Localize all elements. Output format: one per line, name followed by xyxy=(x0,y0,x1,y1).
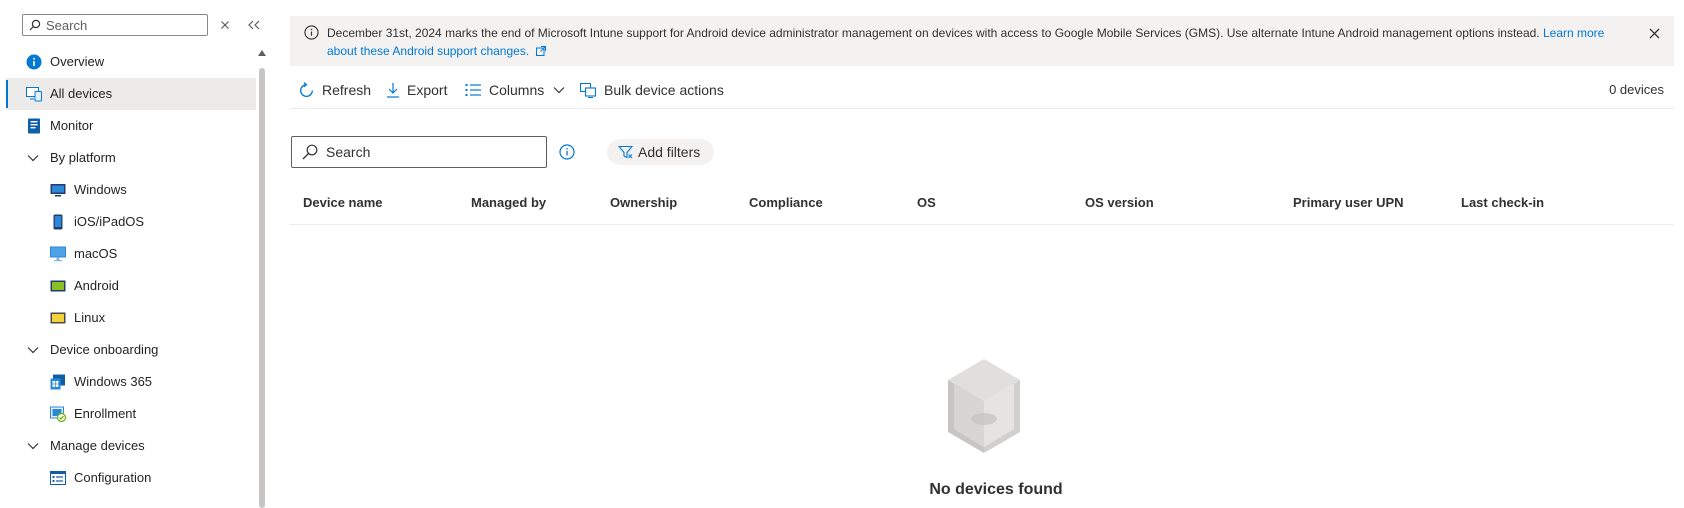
all-devices-icon xyxy=(26,86,42,102)
add-filters-button[interactable]: Add filters xyxy=(607,139,715,165)
clear-search-icon[interactable] xyxy=(218,16,232,34)
sidebar-item-all-devices[interactable]: All devices xyxy=(6,78,256,110)
sidebar-group-label: By platform xyxy=(50,150,116,165)
scroll-up-arrow-icon[interactable] xyxy=(258,50,266,56)
windows-device-icon xyxy=(50,182,66,198)
command-bar: Refresh Export Columns Bulk device actio… xyxy=(290,72,1674,109)
enrollment-icon xyxy=(50,406,66,422)
chevron-down-icon[interactable] xyxy=(26,150,40,166)
sidebar-item-monitor[interactable]: Monitor xyxy=(6,110,256,142)
add-filters-label: Add filters xyxy=(638,144,701,160)
sidebar-group-label: Manage devices xyxy=(50,438,145,453)
sidebar-item-android[interactable]: Android xyxy=(6,270,256,302)
sidebar-item-label: Enrollment xyxy=(74,406,137,421)
sidebar-item-label: Windows xyxy=(74,182,127,197)
external-link-icon xyxy=(535,45,546,56)
export-label: Export xyxy=(407,82,448,98)
sidebar-item-label: Monitor xyxy=(50,118,94,133)
sidebar-item-label: iOS/iPadOS xyxy=(74,214,145,229)
bulk-device-actions-label: Bulk device actions xyxy=(604,82,724,98)
column-header-os-version[interactable]: OS version xyxy=(1085,195,1154,210)
download-icon xyxy=(387,83,399,98)
search-icon xyxy=(302,144,318,160)
sidebar: Overview All devices Monitor By platform xyxy=(0,0,268,508)
collapse-sidebar-icon[interactable] xyxy=(246,16,262,34)
sidebar-search-box[interactable] xyxy=(22,14,208,36)
banner-text: December 31st, 2024 marks the end of Mic… xyxy=(327,26,1540,40)
column-header-last-check-in[interactable]: Last check-in xyxy=(1461,195,1544,210)
column-header-compliance[interactable]: Compliance xyxy=(749,195,823,210)
info-icon xyxy=(26,54,42,70)
windows-365-icon xyxy=(50,374,66,390)
sidebar-item-ios-ipados[interactable]: iOS/iPadOS xyxy=(6,206,256,238)
sidebar-item-overview[interactable]: Overview xyxy=(6,46,256,78)
sidebar-group-label: Device onboarding xyxy=(50,342,159,357)
sidebar-group-device-onboarding[interactable]: Device onboarding xyxy=(6,334,256,366)
devices-search-input[interactable] xyxy=(326,144,536,160)
sidebar-item-enrollment[interactable]: Enrollment xyxy=(6,398,256,430)
sidebar-item-label: Android xyxy=(74,278,119,293)
sidebar-nav: Overview All devices Monitor By platform xyxy=(6,46,256,494)
device-count: 0 devices xyxy=(1609,82,1664,97)
column-header-managed-by[interactable]: Managed by xyxy=(471,195,546,210)
chevron-down-icon xyxy=(553,87,565,94)
configuration-icon xyxy=(50,470,66,486)
column-header-os[interactable]: OS xyxy=(917,195,936,210)
android-icon xyxy=(50,278,66,294)
devices-search-box[interactable] xyxy=(291,136,547,168)
empty-box-icon xyxy=(944,357,1024,458)
monitor-icon xyxy=(26,118,42,134)
filter-icon xyxy=(618,145,633,159)
sidebar-item-label: All devices xyxy=(50,86,113,101)
scrollbar-thumb[interactable] xyxy=(259,68,265,508)
mac-icon xyxy=(50,246,66,262)
column-header-device-name[interactable]: Device name xyxy=(303,195,383,210)
sidebar-group-manage-devices[interactable]: Manage devices xyxy=(6,430,256,462)
info-banner: December 31st, 2024 marks the end of Mic… xyxy=(290,16,1674,66)
banner-message: December 31st, 2024 marks the end of Mic… xyxy=(327,25,1617,60)
export-button[interactable]: Export xyxy=(386,80,447,100)
columns-list-icon xyxy=(465,84,481,96)
chevron-down-icon[interactable] xyxy=(26,438,40,454)
empty-state-message: No devices found xyxy=(929,481,1063,498)
sidebar-item-label: Overview xyxy=(50,54,105,69)
search-icon xyxy=(29,19,41,31)
sidebar-item-label: macOS xyxy=(74,246,118,261)
sidebar-item-label: Configuration xyxy=(74,470,152,485)
columns-label: Columns xyxy=(489,82,545,98)
sidebar-item-macos[interactable]: macOS xyxy=(6,238,256,270)
close-banner-icon[interactable] xyxy=(1646,25,1662,41)
column-header-ownership[interactable]: Ownership xyxy=(610,195,677,210)
sidebar-scrollbar[interactable] xyxy=(257,48,267,508)
sidebar-item-label: Windows 365 xyxy=(74,374,153,389)
chevron-down-icon[interactable] xyxy=(26,342,40,358)
refresh-label: Refresh xyxy=(322,82,372,98)
sidebar-item-windows[interactable]: Windows xyxy=(6,174,256,206)
columns-button[interactable]: Columns xyxy=(465,80,565,100)
sidebar-item-windows-365[interactable]: Windows 365 xyxy=(6,366,256,398)
main-content: December 31st, 2024 marks the end of Mic… xyxy=(290,0,1684,498)
sidebar-item-linux[interactable]: Linux xyxy=(6,302,256,334)
devices-table-header: Device name Managed by Ownership Complia… xyxy=(290,188,1674,225)
sidebar-group-by-platform[interactable]: By platform xyxy=(6,142,256,174)
sidebar-item-label: Linux xyxy=(74,310,106,325)
info-circle-icon xyxy=(304,25,319,43)
bulk-actions-icon xyxy=(580,82,597,98)
refresh-icon xyxy=(300,81,313,97)
bulk-device-actions-button[interactable]: Bulk device actions xyxy=(580,80,724,100)
sidebar-search-input[interactable] xyxy=(46,17,196,33)
sidebar-item-configuration[interactable]: Configuration xyxy=(6,462,256,494)
refresh-button[interactable]: Refresh xyxy=(298,80,371,100)
search-info-icon[interactable] xyxy=(558,143,576,161)
phone-icon xyxy=(50,214,66,230)
linux-icon xyxy=(50,310,66,326)
column-header-primary-user-upn[interactable]: Primary user UPN xyxy=(1293,195,1404,210)
